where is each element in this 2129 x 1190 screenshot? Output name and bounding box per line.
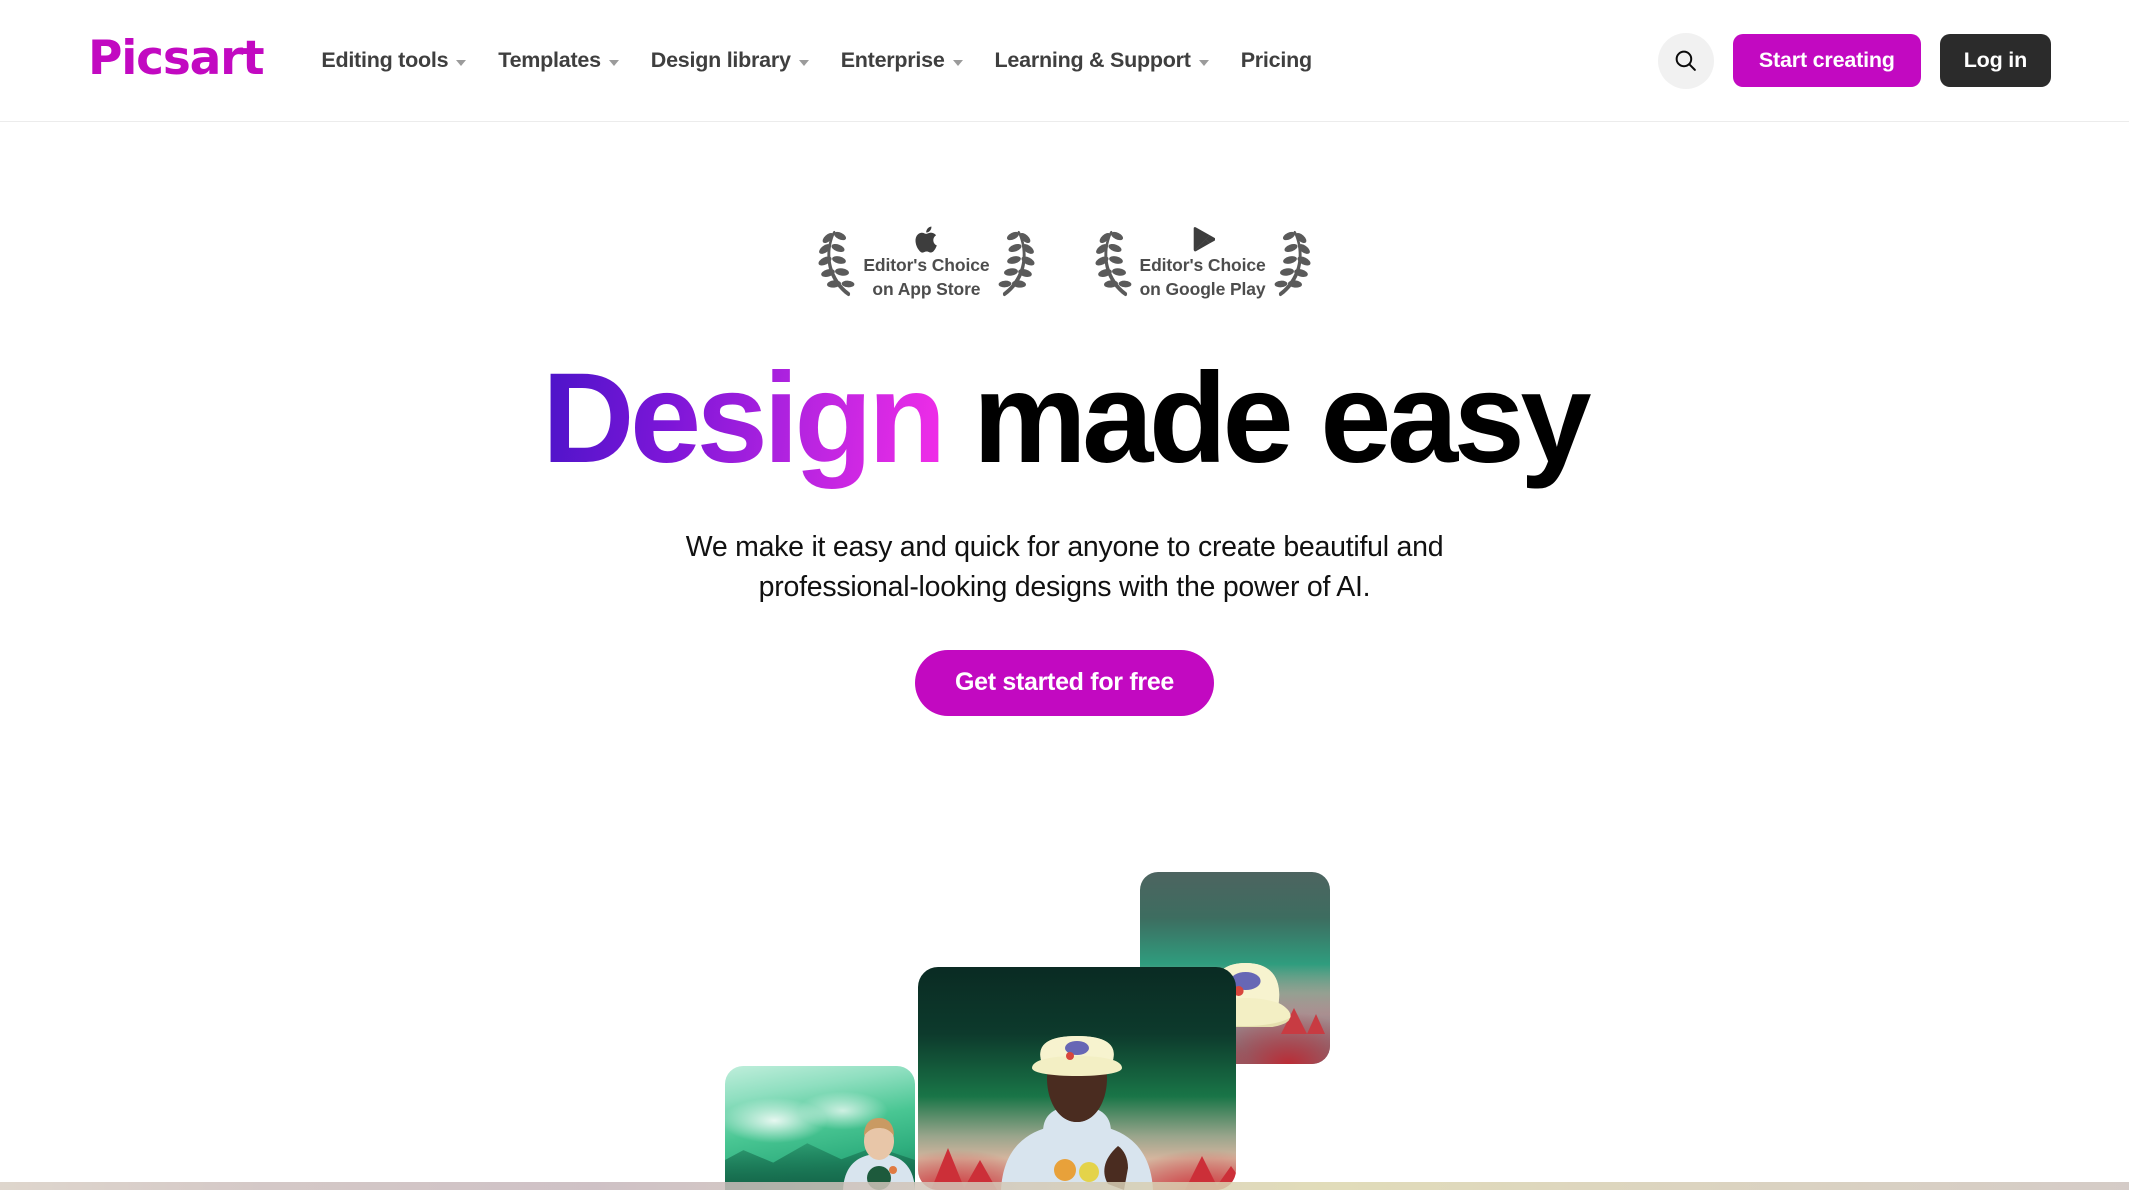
laurel-left-icon xyxy=(815,222,857,303)
card-man-bucket-hat[interactable] xyxy=(918,967,1236,1190)
nav-item-label: Editing tools xyxy=(321,47,449,72)
chevron-down-icon xyxy=(798,59,809,66)
page-title: Design made easy xyxy=(0,351,2129,487)
google-play-icon xyxy=(1191,224,1215,254)
laurel-right-icon xyxy=(1272,222,1314,303)
log-in-button[interactable]: Log in xyxy=(1939,34,2051,87)
hero-subtitle: We make it easy and quick for anyone to … xyxy=(615,527,1515,608)
award-line-1: Editor's Choice xyxy=(863,255,990,276)
nav-item-learning-and-support[interactable]: Learning & Support xyxy=(979,47,1225,72)
hero-subtitle-line-2: professional-looking designs with the po… xyxy=(758,571,1371,604)
award-badge-content: Editor's Choice on Google Play xyxy=(1138,224,1268,300)
award-badge-app-store: Editor's Choice on App Store xyxy=(815,222,1037,303)
search-button[interactable] xyxy=(1657,32,1714,89)
nav-item-editing-tools[interactable]: Editing tools xyxy=(321,47,482,72)
hero-section: Editor's Choice on App Store Editor's Ch… xyxy=(0,122,2129,716)
primary-navigation: Editing tools Templates Design library E… xyxy=(321,47,1328,72)
award-badge-content: Editor's Choice on App Store xyxy=(861,224,991,300)
card-woman-green-mountains[interactable] xyxy=(725,1066,915,1190)
chevron-down-icon xyxy=(1198,59,1209,66)
award-line-2: on Google Play xyxy=(1139,278,1266,299)
search-icon xyxy=(1673,48,1698,73)
hero-title-rest: made easy xyxy=(941,347,1592,490)
chevron-down-icon xyxy=(456,59,467,66)
header-actions: Start creating Log in xyxy=(1657,32,2051,89)
get-started-for-free-button[interactable]: Get started for free xyxy=(914,649,1215,716)
award-line-1: Editor's Choice xyxy=(1139,255,1266,276)
chevron-down-icon xyxy=(608,59,619,66)
nav-item-label: Templates xyxy=(498,47,601,72)
bottom-gradient-strip xyxy=(0,1182,2129,1190)
cta-container: Get started for free xyxy=(0,649,2129,716)
start-creating-button[interactable]: Start creating xyxy=(1732,34,1921,87)
award-line-2: on App Store xyxy=(872,278,981,299)
nav-item-label: Learning & Support xyxy=(994,47,1191,72)
person-graphic xyxy=(831,1116,915,1190)
award-badges: Editor's Choice on App Store Editor's Ch… xyxy=(0,222,2129,303)
laurel-left-icon xyxy=(1092,222,1134,303)
site-header: Picsart Editing tools Templates Design l… xyxy=(0,0,2129,122)
nav-item-label: Pricing xyxy=(1240,47,1312,72)
nav-item-enterprise[interactable]: Enterprise xyxy=(825,47,979,72)
nav-item-design-library[interactable]: Design library xyxy=(635,47,825,72)
award-badge-google-play: Editor's Choice on Google Play xyxy=(1092,222,1314,303)
person-graphic xyxy=(977,1030,1177,1190)
hero-title-gradient-word: Design xyxy=(542,347,946,490)
hero-subtitle-line-1: We make it easy and quick for anyone to … xyxy=(685,530,1444,563)
chevron-down-icon xyxy=(952,59,963,66)
nav-item-label: Design library xyxy=(650,47,791,72)
apple-icon xyxy=(914,224,938,254)
nav-item-pricing[interactable]: Pricing xyxy=(1225,47,1328,72)
nav-item-label: Enterprise xyxy=(840,47,945,72)
picsart-logo[interactable]: Picsart xyxy=(88,35,265,82)
nav-item-templates[interactable]: Templates xyxy=(482,47,635,72)
laurel-right-icon xyxy=(996,222,1038,303)
